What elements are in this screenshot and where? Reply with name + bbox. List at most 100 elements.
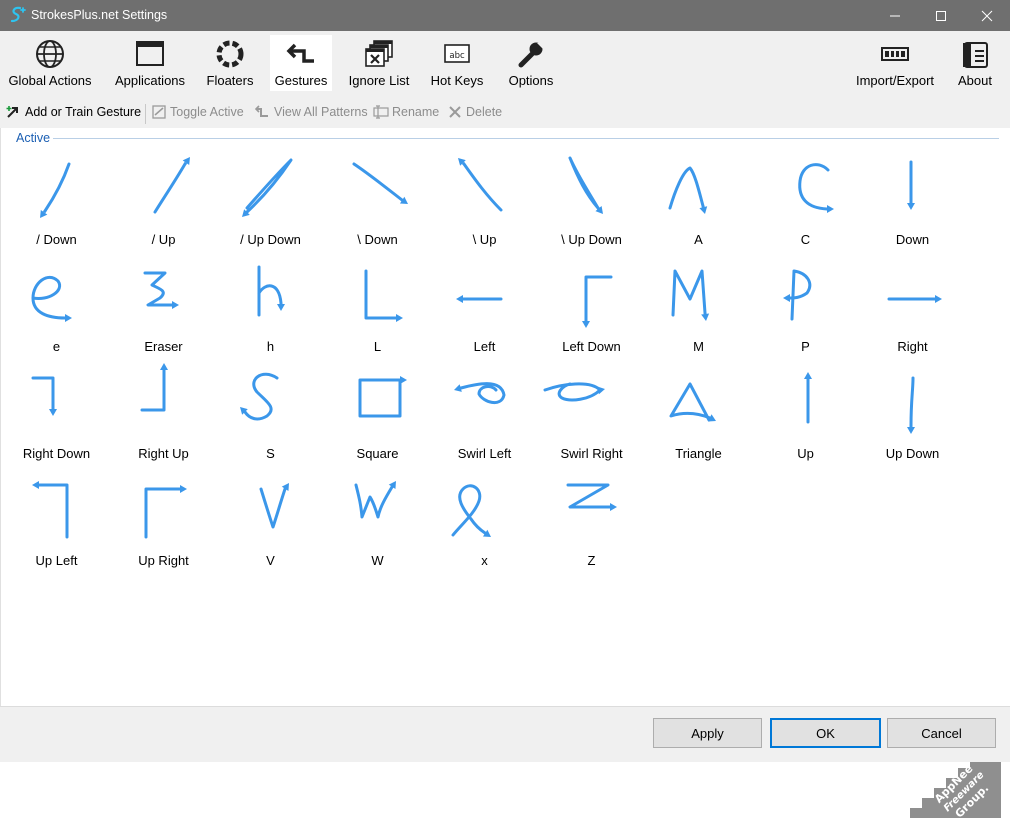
tab-label: Floaters: [207, 73, 254, 88]
gesture-item[interactable]: C: [752, 148, 859, 248]
gesture-label: Right Up: [110, 446, 217, 461]
tab-options[interactable]: Options: [502, 35, 560, 91]
cancel-button[interactable]: Cancel: [887, 718, 996, 748]
view-patterns-icon: [255, 105, 271, 119]
apply-button[interactable]: Apply: [653, 718, 762, 748]
gesture-stroke-icon: [538, 362, 645, 442]
gesture-item[interactable]: L: [324, 255, 431, 355]
gesture-item[interactable]: Swirl Right: [538, 362, 645, 462]
gesture-item[interactable]: V: [217, 469, 324, 569]
about-button[interactable]: About: [952, 35, 998, 91]
gesture-item[interactable]: M: [645, 255, 752, 355]
gesture-stroke-icon: [752, 148, 859, 228]
gesture-item[interactable]: Square: [324, 362, 431, 462]
tab-hot-keys[interactable]: abc Hot Keys: [426, 35, 488, 91]
gesture-item[interactable]: Left: [431, 255, 538, 355]
gesture-label: W: [324, 553, 431, 568]
gesture-stroke-icon: [3, 362, 110, 442]
svg-text:abc: abc: [449, 51, 465, 61]
gesture-item[interactable]: h: [217, 255, 324, 355]
gesture-item[interactable]: Z: [538, 469, 645, 569]
gesture-label: V: [217, 553, 324, 568]
gesture-list[interactable]: Active / Down/ Up/ Up Down\ Down\ Up\ Up…: [0, 128, 1010, 706]
tab-ignore-list[interactable]: Ignore List: [344, 35, 414, 91]
gesture-item[interactable]: \ Up Down: [538, 148, 645, 248]
main-toolbar: Global Actions Applications Floaters Ges…: [0, 31, 1010, 99]
gesture-item[interactable]: Up Down: [859, 362, 966, 462]
ok-button[interactable]: OK: [770, 718, 881, 748]
gesture-label: Left Down: [538, 339, 645, 354]
tab-applications[interactable]: Applications: [108, 35, 192, 91]
tab-label: Applications: [115, 73, 185, 88]
rename-button[interactable]: Rename: [373, 105, 439, 119]
gesture-stroke-icon: [752, 255, 859, 335]
gesture-item[interactable]: Down: [859, 148, 966, 248]
tab-label: Options: [509, 73, 554, 88]
gesture-item[interactable]: W: [324, 469, 431, 569]
gesture-label: Up Right: [110, 553, 217, 568]
gesture-item[interactable]: Triangle: [645, 362, 752, 462]
gesture-item[interactable]: / Down: [3, 148, 110, 248]
gesture-item[interactable]: Right: [859, 255, 966, 355]
gesture-stroke-icon: [3, 255, 110, 335]
gesture-item[interactable]: Up Left: [3, 469, 110, 569]
gesture-item[interactable]: / Up: [110, 148, 217, 248]
gesture-item[interactable]: Up Right: [110, 469, 217, 569]
gesture-item[interactable]: \ Up: [431, 148, 538, 248]
maximize-button[interactable]: [918, 0, 964, 31]
gesture-item[interactable]: Eraser: [110, 255, 217, 355]
gesture-stroke-icon: [217, 469, 324, 549]
gesture-stroke-icon: [217, 255, 324, 335]
gesture-stroke-icon: [110, 362, 217, 442]
gesture-stroke-icon: [431, 469, 538, 549]
gesture-arrow-icon: [285, 39, 317, 69]
tab-floaters[interactable]: Floaters: [202, 35, 258, 91]
gesture-item[interactable]: / Up Down: [217, 148, 324, 248]
window-title: StrokesPlus.net Settings: [31, 8, 167, 22]
import-export-icon: [879, 39, 911, 69]
gesture-item[interactable]: A: [645, 148, 752, 248]
group-divider: [53, 138, 999, 139]
gesture-item[interactable]: x: [431, 469, 538, 569]
gesture-item[interactable]: Right Down: [3, 362, 110, 462]
minimize-icon: [889, 10, 901, 22]
close-button[interactable]: [964, 0, 1010, 31]
rename-icon: [373, 105, 389, 119]
view-all-patterns-button[interactable]: View All Patterns: [255, 105, 368, 119]
gesture-item[interactable]: Swirl Left: [431, 362, 538, 462]
gesture-label: x: [431, 553, 538, 568]
gesture-stroke-icon: [3, 469, 110, 549]
gesture-item[interactable]: Up: [752, 362, 859, 462]
gesture-label: Up Left: [3, 553, 110, 568]
gesture-label: \ Down: [324, 232, 431, 247]
gesture-item[interactable]: S: [217, 362, 324, 462]
add-train-gesture-button[interactable]: Add or Train Gesture: [6, 105, 141, 119]
window-icon: [134, 39, 166, 69]
delete-button[interactable]: Delete: [447, 105, 502, 119]
gesture-label: / Down: [3, 232, 110, 247]
gesture-item[interactable]: P: [752, 255, 859, 355]
minimize-button[interactable]: [872, 0, 918, 31]
gesture-stroke-icon: [645, 362, 752, 442]
gesture-item[interactable]: e: [3, 255, 110, 355]
gesture-label: Square: [324, 446, 431, 461]
gesture-item[interactable]: Left Down: [538, 255, 645, 355]
gesture-label: Swirl Left: [431, 446, 538, 461]
gesture-stroke-icon: [645, 255, 752, 335]
toggle-active-button[interactable]: Toggle Active: [151, 105, 244, 119]
group-header-active: Active: [16, 131, 50, 145]
tab-label: Hot Keys: [431, 73, 484, 88]
gesture-toolbar: Add or Train Gesture Toggle Active View …: [0, 99, 1010, 128]
import-export-button[interactable]: Import/Export: [848, 35, 942, 91]
gesture-stroke-icon: [324, 255, 431, 335]
gesture-label: Eraser: [110, 339, 217, 354]
tab-label: Global Actions: [8, 73, 91, 88]
gesture-label: h: [217, 339, 324, 354]
gesture-label: \ Up Down: [538, 232, 645, 247]
gesture-label: / Up: [110, 232, 217, 247]
tab-gestures[interactable]: Gestures: [270, 35, 332, 91]
tab-global-actions[interactable]: Global Actions: [4, 35, 96, 91]
gesture-item[interactable]: \ Down: [324, 148, 431, 248]
globe-icon: [34, 39, 66, 69]
gesture-item[interactable]: Right Up: [110, 362, 217, 462]
